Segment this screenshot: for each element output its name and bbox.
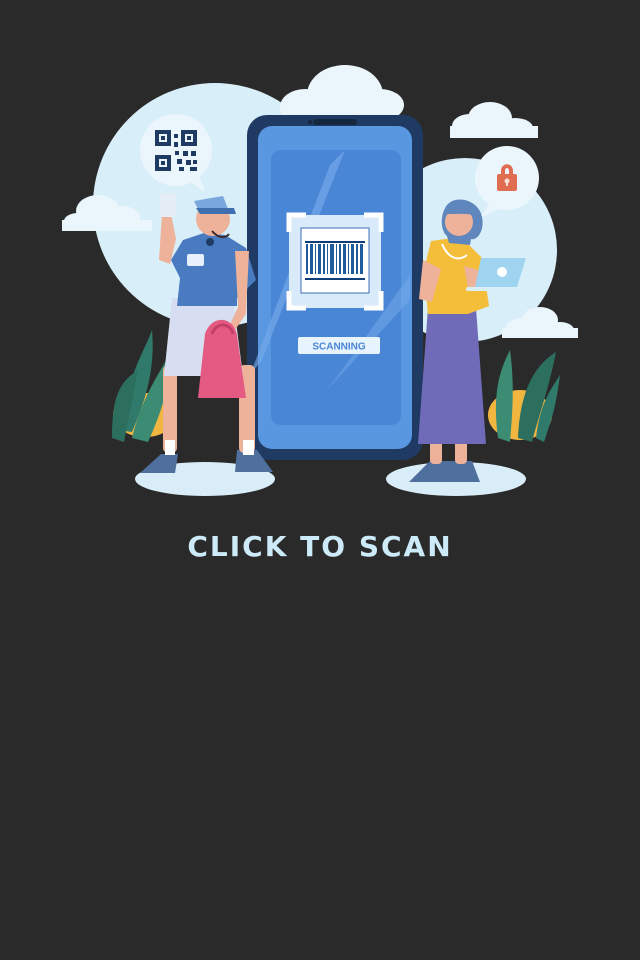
scanning-label: SCANNING — [312, 342, 366, 353]
barcode-icon — [300, 227, 370, 294]
click-to-scan-button[interactable]: CLICK TO SCAN — [0, 530, 640, 563]
hero-illustration[interactable]: SCANNING — [0, 0, 640, 520]
scanning-status: SCANNING — [298, 337, 380, 354]
plants-right — [488, 350, 560, 442]
cloud-upper-right — [450, 102, 538, 138]
scan-screen: SCANNING CLICK TO SCAN — [0, 0, 640, 960]
phone-mockup: SCANNING — [247, 115, 423, 460]
